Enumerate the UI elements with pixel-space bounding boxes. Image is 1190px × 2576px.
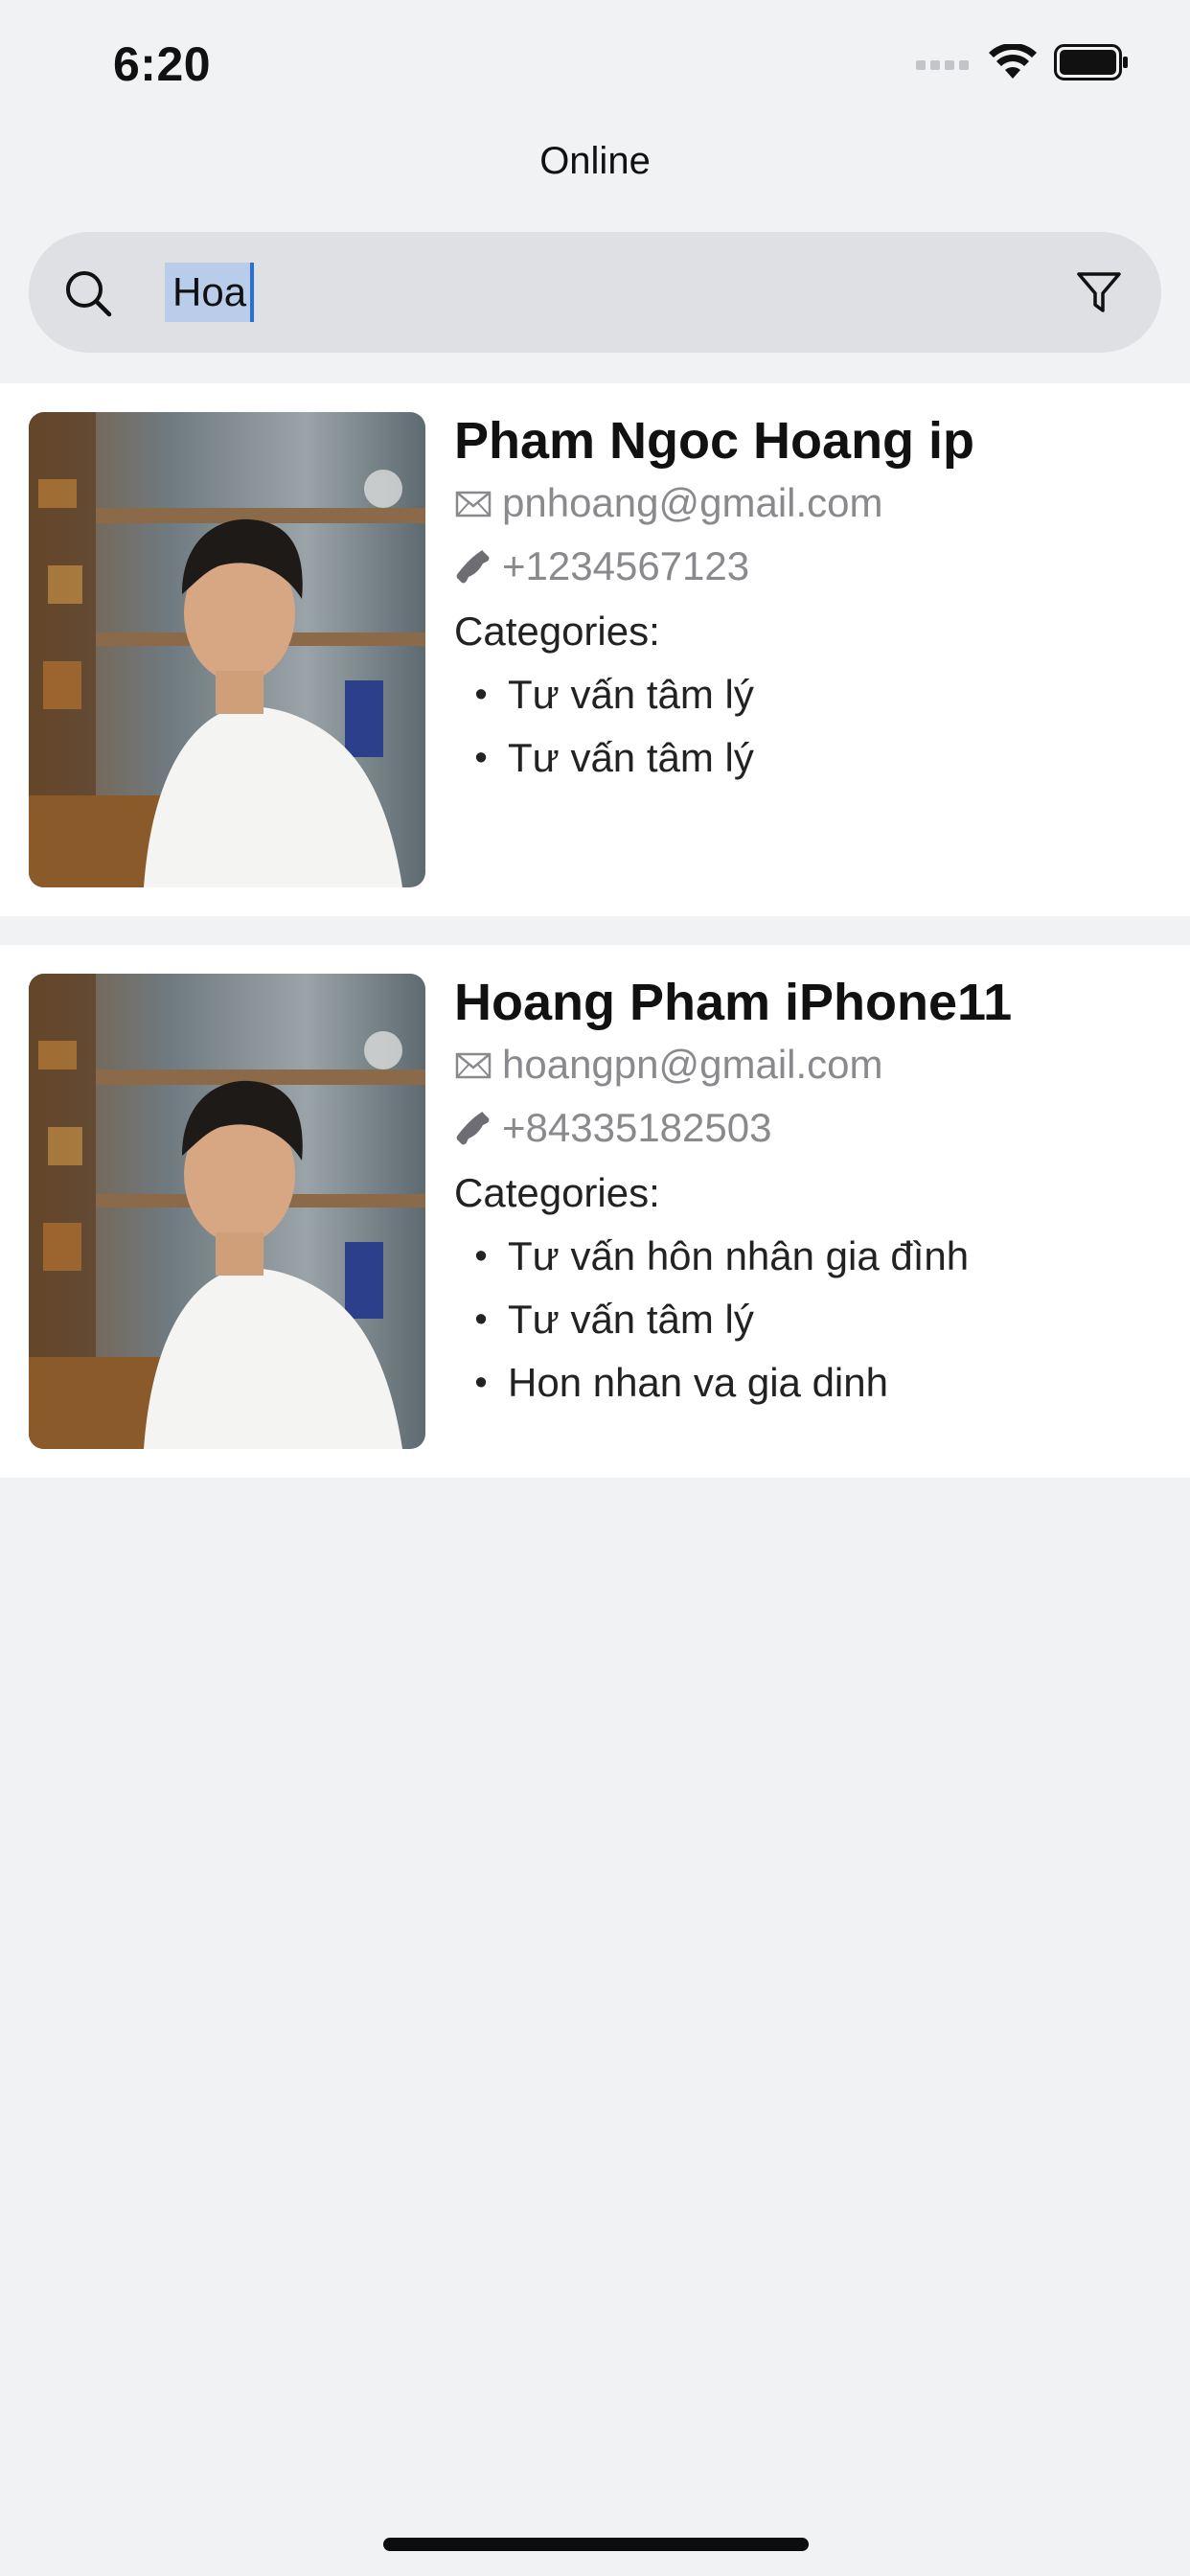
contact-info: Hoang Pham iPhone11 hoangpn@gmail.com +8… — [454, 972, 1161, 1414]
cellular-signal-icon — [916, 60, 969, 70]
email-row[interactable]: pnhoang@gmail.com — [454, 472, 1161, 535]
contact-name: Hoang Pham iPhone11 — [454, 974, 1013, 1031]
home-indicator[interactable] — [383, 2538, 809, 2551]
phone-row[interactable]: +1234567123 — [454, 535, 1161, 598]
search-icon[interactable] — [63, 268, 113, 318]
contact-name: Pham Ngoc Hoang ip — [454, 412, 975, 470]
envelope-icon — [455, 491, 492, 518]
bullet-icon: • — [474, 675, 488, 715]
categories-list: • Tư vấn hôn nhân gia đình • Tư vấn tâm lý… — [454, 1225, 1161, 1414]
person-photo-icon — [29, 412, 425, 887]
search-bar[interactable]: Hoa — [29, 232, 1161, 353]
category-label: Tư vấn hôn nhân gia đình — [508, 1233, 970, 1278]
search-input-value[interactable]: Hoa — [165, 263, 251, 322]
categories-heading: Categories: — [454, 1170, 660, 1215]
category-label: Tư vấn tâm lý — [508, 735, 754, 780]
envelope-icon — [455, 1052, 492, 1079]
person-photo-icon — [29, 974, 425, 1449]
text-caret — [250, 263, 255, 322]
category-item: • Hon nhan va gia dinh — [454, 1351, 1161, 1414]
categories-list: • Tư vấn tâm lý • Tư vấn tâm lý — [454, 663, 1161, 790]
battery-icon — [1054, 44, 1128, 80]
contact-email[interactable]: pnhoang@gmail.com — [502, 472, 883, 535]
wifi-icon — [989, 44, 1037, 79]
category-label: Hon nhan va gia dinh — [508, 1360, 888, 1405]
contact-email[interactable]: hoangpn@gmail.com — [502, 1033, 883, 1096]
bullet-icon: • — [474, 1300, 488, 1340]
status-icons — [916, 44, 1129, 80]
status-bar: 6:20 — [0, 0, 1190, 130]
bullet-icon: • — [474, 1363, 488, 1403]
category-label: Tư vấn tâm lý — [508, 1297, 754, 1342]
category-item: • Tư vấn hôn nhân gia đình — [454, 1225, 1161, 1288]
phone-icon — [456, 1112, 490, 1145]
page-title: Online — [539, 140, 651, 182]
bullet-icon: • — [474, 738, 488, 778]
bullet-icon: • — [474, 1236, 488, 1276]
contact-phone[interactable]: +1234567123 — [502, 535, 749, 598]
phone-icon — [456, 550, 490, 584]
list-item[interactable]: Hoang Pham iPhone11 hoangpn@gmail.com +8… — [0, 945, 1190, 1478]
profile-photo — [29, 974, 425, 1449]
filter-icon[interactable] — [1075, 268, 1123, 316]
profile-photo — [29, 412, 425, 887]
phone-row[interactable]: +84335182503 — [454, 1096, 1161, 1160]
email-row[interactable]: hoangpn@gmail.com — [454, 1033, 1161, 1096]
status-time: 6:20 — [113, 37, 212, 91]
categories-heading: Categories: — [454, 609, 660, 654]
contact-phone[interactable]: +84335182503 — [502, 1096, 771, 1160]
list-item[interactable]: Pham Ngoc Hoang ip pnhoang@gmail.com +12… — [0, 383, 1190, 916]
contact-info: Pham Ngoc Hoang ip pnhoang@gmail.com +12… — [454, 410, 1161, 790]
category-item: • Tư vấn tâm lý — [454, 726, 1161, 790]
category-item: • Tư vấn tâm lý — [454, 663, 1161, 726]
category-label: Tư vấn tâm lý — [508, 672, 754, 717]
search-input[interactable]: Hoa — [165, 263, 255, 322]
category-item: • Tư vấn tâm lý — [454, 1288, 1161, 1351]
